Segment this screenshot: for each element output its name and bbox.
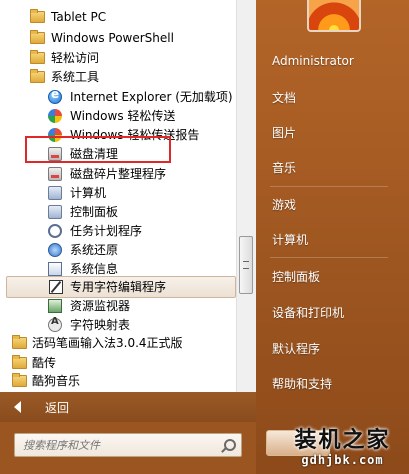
- disk-defragmenter-icon: [48, 167, 62, 181]
- program-item-easy-transfer[interactable]: Windows 轻松传送: [0, 107, 236, 125]
- resource-monitor-icon: [48, 299, 62, 313]
- program-item-resource-monitor[interactable]: 资源监视器: [0, 297, 236, 315]
- back-button[interactable]: 返回: [0, 392, 256, 422]
- task-scheduler-icon: [48, 224, 62, 238]
- right-item-music[interactable]: 音乐: [272, 159, 296, 176]
- folder-icon: [12, 373, 27, 387]
- control-panel-icon: [48, 205, 62, 219]
- right-separator: [270, 257, 388, 258]
- folder-icon: [30, 9, 45, 23]
- right-item-control-panel[interactable]: 控制面板: [272, 268, 320, 285]
- folder-icon: [12, 335, 27, 349]
- right-item-administrator[interactable]: Administrator: [272, 54, 354, 68]
- private-character-editor-icon: [49, 280, 63, 294]
- folder-icon: [12, 355, 27, 369]
- right-pane: Administrator 文档 图片 音乐 游戏 计算机 控制面板 设备和打印…: [256, 0, 409, 474]
- disk-cleanup-icon: [48, 147, 62, 161]
- scrollbar-thumb[interactable]: [239, 236, 253, 294]
- program-item-control-panel[interactable]: 控制面板: [0, 203, 236, 221]
- program-item-computer[interactable]: 计算机: [0, 184, 236, 202]
- search-icon[interactable]: [224, 439, 236, 451]
- program-item-private-character-editor[interactable]: 专用字符编辑程序: [6, 276, 236, 298]
- watermark-title: 装机之家: [294, 427, 391, 453]
- system-restore-icon: [48, 243, 62, 257]
- right-item-documents[interactable]: 文档: [272, 89, 296, 106]
- watermark: 装机之家 gdhjbk.com: [276, 420, 409, 474]
- watermark-url: gdhjbk.com: [301, 453, 384, 467]
- easy-transfer-icon: [48, 109, 62, 123]
- program-item-ime-folder[interactable]: 活码笔画输入法3.0.4正式版: [0, 334, 236, 352]
- program-item-character-map[interactable]: 字符映射表: [0, 316, 236, 334]
- right-separator: [270, 186, 388, 187]
- program-item-easy-transfer-report[interactable]: Windows 轻松传送报告: [0, 126, 236, 144]
- folder-icon: [30, 50, 45, 64]
- system-info-icon: [48, 262, 62, 276]
- right-item-help-support[interactable]: 帮助和支持: [272, 375, 332, 392]
- programs-scrollbar[interactable]: [236, 0, 256, 392]
- right-item-pictures[interactable]: 图片: [272, 124, 296, 141]
- program-item-ease-of-access[interactable]: 轻松访问: [0, 49, 236, 67]
- program-item-tablet-pc[interactable]: Tablet PC: [0, 8, 236, 26]
- back-arrow-icon: [14, 401, 21, 413]
- internet-explorer-icon: [48, 87, 62, 104]
- folder-icon: [30, 69, 45, 83]
- right-item-devices-printers[interactable]: 设备和打印机: [272, 304, 344, 321]
- search-input[interactable]: [14, 433, 242, 457]
- program-item-kuchuan-folder[interactable]: 酷传: [0, 354, 236, 372]
- computer-icon: [48, 186, 62, 200]
- programs-list: Tablet PC Windows PowerShell 轻松访问 系统工具 I…: [0, 0, 236, 392]
- program-item-system-restore[interactable]: 系统还原: [0, 241, 236, 259]
- program-item-kugou-music-folder[interactable]: 酷狗音乐: [0, 372, 236, 390]
- program-item-task-scheduler[interactable]: 任务计划程序: [0, 222, 236, 240]
- search-area: [0, 422, 256, 474]
- programs-pane: Tablet PC Windows PowerShell 轻松访问 系统工具 I…: [0, 0, 257, 392]
- user-picture[interactable]: [307, 0, 361, 32]
- program-item-disk-defragmenter[interactable]: 磁盘碎片整理程序: [0, 165, 236, 183]
- program-item-disk-cleanup[interactable]: 磁盘清理: [0, 145, 236, 163]
- easy-transfer-report-icon: [48, 128, 62, 142]
- folder-icon: [30, 30, 45, 44]
- program-item-system-tools[interactable]: 系统工具: [0, 68, 236, 86]
- right-item-computer[interactable]: 计算机: [272, 231, 308, 248]
- character-map-icon: [48, 316, 62, 332]
- program-item-internet-explorer[interactable]: Internet Explorer (无加载项): [0, 87, 236, 106]
- right-item-games[interactable]: 游戏: [272, 196, 296, 213]
- right-item-default-programs[interactable]: 默认程序: [272, 340, 320, 357]
- program-item-windows-powershell[interactable]: Windows PowerShell: [0, 29, 236, 47]
